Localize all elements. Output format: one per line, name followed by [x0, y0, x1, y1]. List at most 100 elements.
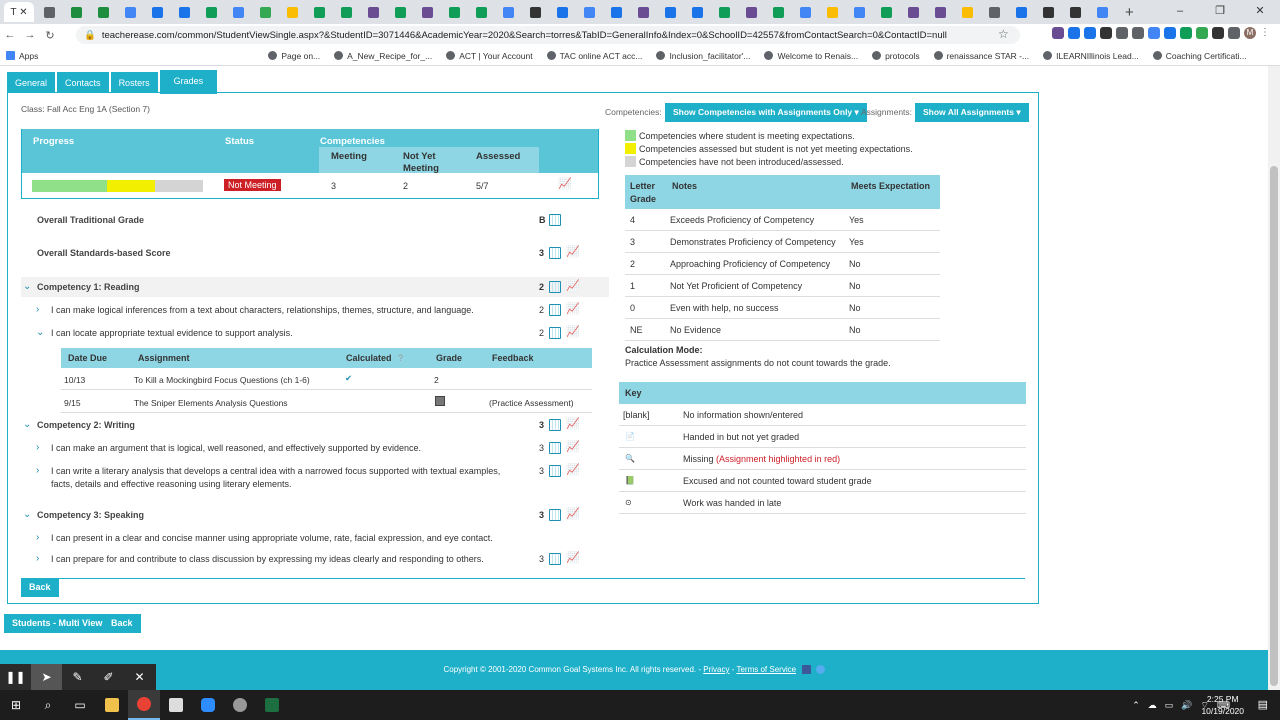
volume-icon[interactable]: 🔊 [1181, 700, 1192, 711]
extension-icon[interactable] [1052, 27, 1064, 39]
browser-tab[interactable] [118, 2, 142, 22]
browser-tab[interactable] [577, 2, 601, 22]
clock[interactable]: 2:25 PM 10/19/2020 [1201, 693, 1244, 717]
browser-tab[interactable] [334, 2, 358, 22]
browser-tab[interactable] [496, 2, 520, 22]
back-button[interactable]: Back [21, 578, 59, 597]
calculator-icon[interactable] [549, 214, 561, 226]
browser-tab[interactable] [820, 2, 844, 22]
browser-tab[interactable] [361, 2, 385, 22]
browser-tab[interactable] [658, 2, 682, 22]
extension-icon[interactable] [1100, 27, 1112, 39]
assignment-name[interactable]: To Kill a Mockingbird Focus Questions (c… [134, 375, 310, 385]
file-explorer-icon[interactable] [96, 690, 128, 720]
bookmark-item[interactable]: TAC online ACT acc... [546, 51, 642, 61]
tab-rosters[interactable]: Rosters [110, 72, 158, 92]
chevron-down-icon[interactable]: ⌄ [23, 419, 31, 430]
trend-chart-icon[interactable]: 📈 [566, 304, 580, 315]
competency-row[interactable]: ⌄ Competency 1: Reading 2 📈 [21, 277, 609, 297]
browser-tab[interactable] [955, 2, 979, 22]
close-icon[interactable]: ✕ [124, 664, 155, 690]
highlighter-icon[interactable]: ✐ [93, 664, 124, 690]
browser-tab[interactable] [550, 2, 574, 22]
bottom-back-button[interactable]: Back [103, 614, 141, 633]
browser-tab[interactable] [901, 2, 925, 22]
calculator-icon[interactable] [549, 442, 561, 454]
calculator-icon[interactable] [549, 419, 561, 431]
maximize-button[interactable]: ❐ [1200, 0, 1240, 24]
trend-chart-icon[interactable]: 📈 [566, 465, 580, 476]
forward-arrow-icon[interactable]: → [20, 29, 40, 41]
new-tab-button[interactable]: + [1125, 4, 1134, 21]
display-icon[interactable]: ▭ [1165, 700, 1174, 711]
scrollbar-thumb[interactable] [1270, 166, 1278, 686]
competency-row[interactable]: ⌄ Competency 2: Writing 3 📈 [21, 415, 609, 435]
competencies-filter-dropdown[interactable]: Show Competencies with Assignments Only … [665, 103, 867, 122]
chevron-right-icon[interactable]: › [36, 442, 39, 453]
pause-icon[interactable]: ❚❚ [0, 664, 31, 690]
trend-chart-icon[interactable]: 📈 [566, 419, 580, 430]
extension-icon[interactable] [1068, 27, 1080, 39]
extensions-puzzle-icon[interactable] [1212, 27, 1224, 39]
bookmark-item[interactable]: Apps [6, 51, 38, 61]
browser-tab[interactable] [226, 2, 250, 22]
url-field[interactable]: 🔒 teacherease.com/common/StudentViewSing… [76, 26, 1020, 44]
browser-tab[interactable] [307, 2, 331, 22]
competency-row[interactable]: ⌄ Competency 3: Speaking 3 📈 [21, 505, 609, 525]
pen-icon[interactable]: ✎ [62, 664, 93, 690]
students-multi-view-button[interactable]: Students - Multi View [4, 614, 111, 633]
browser-tab[interactable] [874, 2, 898, 22]
browser-tab[interactable] [199, 2, 223, 22]
terms-link[interactable]: Terms of Service [736, 665, 796, 674]
bookmark-item[interactable]: Welcome to Renais... [764, 51, 858, 61]
standard-row[interactable]: ⌄ I can locate appropriate textual evide… [21, 323, 609, 343]
browser-tab[interactable] [415, 2, 439, 22]
extension-icon[interactable] [1228, 27, 1240, 39]
trend-chart-icon[interactable]: 📈 [566, 442, 580, 453]
trend-chart-icon[interactable]: 📈 [566, 247, 580, 258]
browser-tab[interactable] [1063, 2, 1087, 22]
browser-tab[interactable] [145, 2, 169, 22]
calculator-icon[interactable] [549, 509, 561, 521]
tab-general[interactable]: General [7, 72, 56, 92]
calculator-icon[interactable] [549, 553, 561, 565]
browser-tab[interactable] [604, 2, 628, 22]
assignment-row[interactable]: 10/13 To Kill a Mockingbird Focus Questi… [61, 368, 592, 390]
bookmark-star-icon[interactable]: ☆ [998, 27, 1009, 41]
browser-tab[interactable] [37, 2, 61, 22]
bookmark-item[interactable]: protocols [872, 51, 920, 61]
calculator-icon[interactable] [549, 281, 561, 293]
calculator-icon[interactable] [549, 247, 561, 259]
extension-icon[interactable] [1132, 27, 1144, 39]
chevron-up-icon[interactable]: ⌃ [1132, 700, 1140, 711]
browser-menu-icon[interactable]: ⋮ [1260, 27, 1272, 39]
chevron-down-icon[interactable]: ⌄ [23, 509, 31, 520]
extension-icon[interactable] [1084, 27, 1096, 39]
back-arrow-icon[interactable]: ← [0, 29, 20, 41]
browser-tab[interactable] [685, 2, 709, 22]
bookmark-item[interactable]: A_New_Recipe_for_... [334, 51, 432, 61]
task-view-icon[interactable]: ▭ [64, 690, 96, 720]
privacy-link[interactable]: Privacy [703, 665, 729, 674]
profile-avatar[interactable]: M [1244, 27, 1256, 39]
browser-tab[interactable] [712, 2, 736, 22]
chevron-right-icon[interactable]: › [36, 553, 39, 564]
chevron-right-icon[interactable]: › [36, 304, 39, 315]
chevron-right-icon[interactable]: › [36, 465, 39, 476]
assignments-filter-dropdown[interactable]: Show All Assignments ▾ [915, 103, 1029, 122]
chevron-down-icon[interactable]: ⌄ [36, 327, 44, 338]
standard-row[interactable]: › I can write a literary analysis that d… [21, 461, 609, 490]
chevron-right-icon[interactable]: › [36, 532, 39, 543]
close-tab-icon[interactable]: ✕ [19, 7, 27, 18]
trend-chart-icon[interactable]: 📈 [558, 179, 572, 190]
browser-tab[interactable] [1036, 2, 1060, 22]
standard-row[interactable]: › I can make logical inferences from a t… [21, 300, 609, 320]
minimize-button[interactable]: – [1160, 0, 1200, 24]
cloud-icon[interactable]: ☁ [1148, 700, 1157, 711]
assignment-row[interactable]: 9/15 The Sniper Elements Analysis Questi… [61, 391, 592, 413]
tab-contacts[interactable]: Contacts [57, 72, 109, 92]
browser-tab[interactable] [847, 2, 871, 22]
close-window-button[interactable]: ✕ [1240, 0, 1280, 24]
tab-grades[interactable]: Grades [159, 70, 218, 94]
browser-tab[interactable] [928, 2, 952, 22]
